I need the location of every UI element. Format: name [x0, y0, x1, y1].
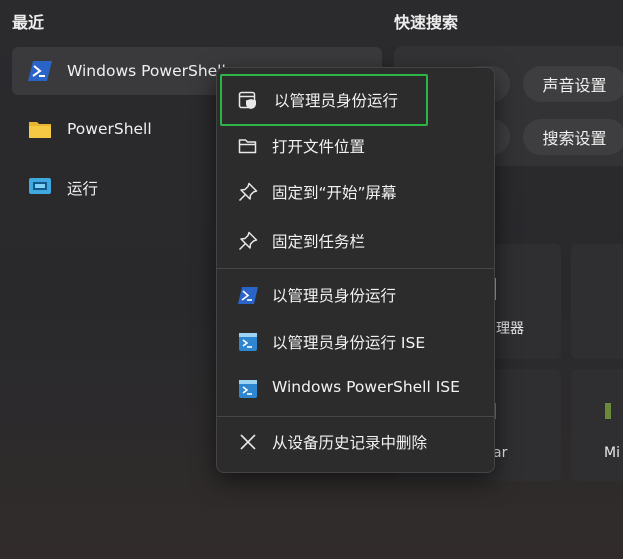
shield-admin-icon: [238, 91, 256, 109]
folder-icon: [29, 122, 51, 138]
search-settings-chip[interactable]: 搜索设置: [523, 119, 623, 155]
menu-item-powershell-ise-run-as-admin[interactable]: 以管理员身份运行 ISE: [222, 320, 490, 364]
menu-item-powershell-run-as-admin[interactable]: 以管理员身份运行: [222, 273, 490, 317]
menu-item-pin-to-start[interactable]: 固定到“开始”屏幕: [222, 170, 490, 214]
menu-item-label: 固定到任务栏: [272, 233, 366, 251]
menu-separator: [217, 416, 494, 417]
powershell-ise-icon: [239, 380, 257, 398]
recent-item-label: Windows PowerShell: [67, 62, 226, 80]
app-tile[interactable]: [571, 369, 623, 481]
pin-icon: [238, 182, 258, 202]
menu-item-open-file-location[interactable]: 打开文件位置: [222, 124, 490, 168]
menu-item-pin-to-taskbar[interactable]: 固定到任务栏: [222, 219, 490, 263]
powershell-icon: [28, 61, 52, 81]
app-tile[interactable]: [571, 244, 623, 359]
menu-item-label: 固定到“开始”屏幕: [272, 184, 397, 202]
run-icon: [29, 178, 51, 194]
recent-item-label: PowerShell: [67, 120, 152, 138]
menu-item-label: 以管理员身份运行: [272, 287, 397, 305]
recent-item-label: 运行: [67, 180, 99, 198]
menu-item-label: 以管理员身份运行: [274, 92, 399, 110]
menu-item-label: Windows PowerShell ISE: [272, 378, 460, 396]
folder-open-icon: [238, 139, 257, 154]
close-icon: [240, 434, 256, 450]
menu-item-label: 以管理员身份运行 ISE: [272, 334, 426, 352]
powershell-icon: [238, 287, 258, 304]
pin-icon: [238, 231, 258, 251]
sound-settings-chip[interactable]: 声音设置: [523, 66, 623, 102]
menu-item-run-as-admin[interactable]: 以管理员身份运行: [220, 74, 428, 126]
menu-separator: [217, 268, 494, 269]
menu-item-label: 打开文件位置: [272, 138, 366, 156]
menu-item-label: 从设备历史记录中删除: [272, 434, 428, 452]
tile-accent: [605, 403, 611, 419]
tile-label: ar: [493, 445, 508, 461]
powershell-ise-icon: [239, 333, 257, 351]
recent-title: 最近: [12, 13, 45, 32]
quick-search-title: 快速搜索: [394, 13, 459, 32]
menu-item-remove-from-history[interactable]: 从设备历史记录中删除: [222, 420, 490, 464]
context-menu: 以管理员身份运行 打开文件位置 固定到“开始”屏幕 固定到任务栏 以管理员身份运…: [216, 67, 495, 473]
tile-label: Mi: [604, 445, 620, 461]
menu-item-powershell-ise[interactable]: Windows PowerShell ISE: [222, 367, 490, 411]
tile-label: 理器: [496, 321, 524, 337]
